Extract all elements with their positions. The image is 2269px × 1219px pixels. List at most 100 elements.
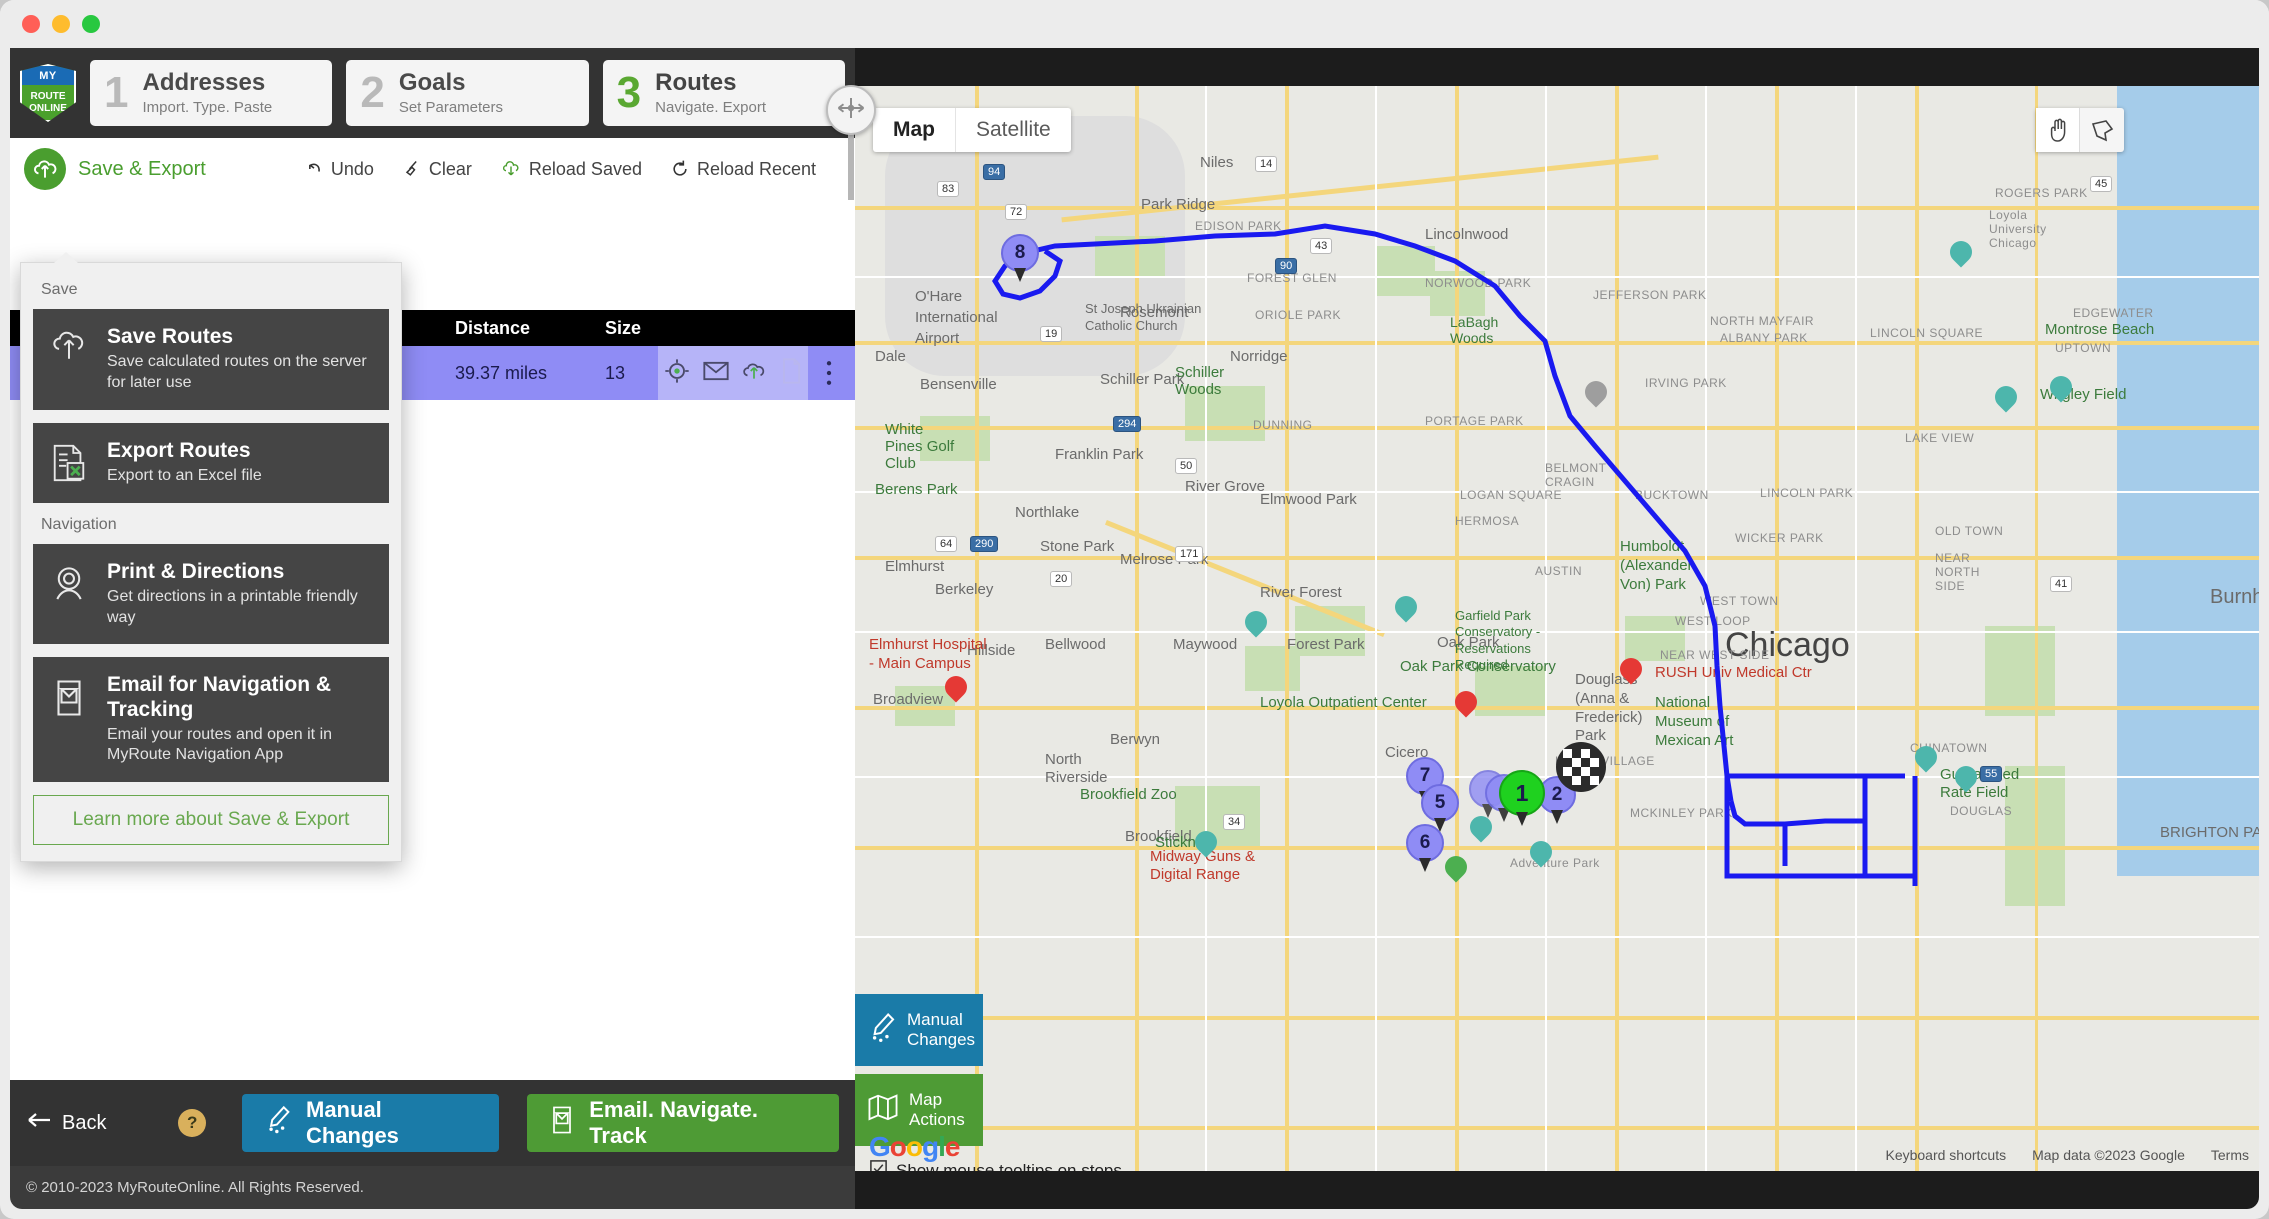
route-finish-marker[interactable] — [1555, 741, 1607, 798]
reload-recent-button[interactable]: Reload Recent — [670, 159, 816, 180]
dropdown-section-label-save: Save — [41, 281, 78, 298]
route-stop-marker-8[interactable]: 8 — [1001, 234, 1039, 272]
highway — [1285, 86, 1289, 1171]
help-button[interactable]: ? — [178, 1109, 206, 1137]
panel-handle-stem — [848, 130, 854, 200]
map-label: Brookfield Zoo — [1080, 786, 1177, 803]
highway-shield: 34 — [1223, 814, 1246, 830]
menu-item-save-routes[interactable]: Save Routes Save calculated routes on th… — [33, 309, 389, 410]
menu-item-print-directions[interactable]: Print & Directions Get directions in a p… — [33, 543, 389, 645]
step-title: Goals — [398, 68, 466, 96]
map-label: HERMOSA — [1455, 514, 1520, 528]
map-canvas[interactable]: Niles Park Ridge Lincolnwood Loyola Univ… — [855, 86, 2259, 1171]
map-area[interactable]: Niles Park Ridge Lincolnwood Loyola Univ… — [855, 48, 2259, 1209]
terms-link[interactable]: Terms — [2211, 1147, 2249, 1163]
map-top-bar — [855, 48, 2259, 86]
maximize-window-button[interactable] — [82, 15, 100, 33]
reload-saved-button[interactable]: Reload Saved — [500, 159, 642, 180]
route-stop-marker-6[interactable]: 6 — [1406, 824, 1444, 862]
envelope-icon[interactable] — [702, 359, 730, 388]
map-label: Schiller Woods — [1175, 364, 1225, 398]
column-header-size: Size — [605, 317, 642, 338]
highway-shield: 290 — [970, 536, 999, 552]
map-label: PORTAGE PARK — [1425, 414, 1524, 428]
street — [1205, 86, 1207, 1171]
route-stop-marker-5[interactable]: 5 — [1421, 784, 1459, 822]
map-label: BUCKTOWN — [1635, 488, 1709, 502]
map-label: River Grove — [1185, 478, 1266, 495]
keyboard-shortcuts-link[interactable]: Keyboard shortcuts — [1885, 1147, 2006, 1163]
excel-file-icon — [47, 439, 91, 483]
street — [1545, 86, 1547, 1171]
close-window-button[interactable] — [22, 15, 40, 33]
route-start-marker-1[interactable]: 1 — [1499, 770, 1545, 816]
step-number: 2 — [360, 68, 385, 117]
step-title: Addresses — [142, 68, 266, 96]
arrow-left-icon — [26, 1110, 52, 1136]
menu-item-title: Export Routes — [107, 438, 251, 462]
menu-item-email-navigation-tracking[interactable]: Email for Navigation & Tracking Email yo… — [33, 657, 389, 783]
map-label: Berwyn — [1110, 731, 1161, 748]
map-label: WICKER PARK — [1735, 531, 1824, 545]
highway — [855, 341, 2259, 345]
minimize-window-button[interactable] — [52, 15, 70, 33]
map-manual-changes-label-2: Changes — [907, 1030, 976, 1049]
reload-saved-label: Reload Saved — [528, 158, 642, 179]
highway-shield: 19 — [1040, 326, 1063, 342]
highway-shield: 50 — [1175, 458, 1198, 474]
map-label: LAKE VIEW — [1905, 431, 1975, 445]
map-type-map-button[interactable]: Map — [873, 108, 956, 152]
refresh-icon — [670, 159, 690, 179]
panel-collapse-handle[interactable] — [826, 85, 876, 135]
map-actions-label-2: Actions — [909, 1110, 965, 1129]
save-export-button[interactable]: Save & Export — [10, 148, 206, 190]
map-label: Franklin Park — [1055, 446, 1144, 463]
highway-shield: 20 — [1050, 571, 1073, 587]
target-icon[interactable] — [663, 357, 691, 390]
clear-button[interactable]: Clear — [402, 159, 472, 180]
map-label: Elmwood Park — [1260, 491, 1357, 508]
cloud-upload-icon[interactable] — [740, 358, 768, 389]
hand-pan-icon[interactable] — [2036, 108, 2080, 152]
highway-shield: 41 — [2050, 576, 2073, 592]
more-options-icon[interactable] — [825, 360, 833, 391]
pencil-dots-icon — [867, 1012, 897, 1049]
map-manual-changes-button[interactable]: Manual Changes — [855, 994, 983, 1066]
map-label: Humboldt (Alexander Von) Park — [1620, 538, 1693, 593]
logo-line-1: MY — [22, 66, 74, 86]
step-title: Routes — [655, 68, 737, 96]
manual-changes-button[interactable]: Manual Changes — [242, 1094, 500, 1152]
map-label: Adventure Park — [1510, 856, 1600, 870]
map-label: NEAR WEST SIDE — [1660, 648, 1770, 662]
undo-button[interactable]: Undo — [304, 159, 374, 180]
highway-shield: 94 — [983, 164, 1006, 180]
map-type-satellite-button[interactable]: Satellite — [956, 108, 1071, 152]
document-icon[interactable] — [779, 357, 803, 390]
map-draw-control — [2036, 108, 2124, 152]
step-subtitle: Import. Type. Paste — [142, 99, 273, 117]
step-number: 1 — [104, 68, 129, 117]
learn-more-link[interactable]: Learn more about Save & Export — [33, 795, 389, 846]
email-navigate-track-button[interactable]: Email. Navigate. Track — [527, 1094, 839, 1152]
logo-line-3: ONLINE — [29, 102, 67, 114]
menu-item-export-routes[interactable]: Export Routes Export to an Excel file — [33, 422, 389, 503]
highway-shield: 72 — [1005, 204, 1028, 220]
highway — [855, 1126, 2259, 1130]
highway-shield: 90 — [1275, 258, 1298, 274]
map-label: Maywood — [1173, 636, 1238, 653]
map-label: Park Ridge — [1141, 196, 1216, 213]
bottom-action-bar: Back ? Manual Changes Email. Navigate. T… — [10, 1080, 855, 1166]
step-addresses[interactable]: 1 Addresses Import. Type. Paste — [90, 60, 333, 126]
lasso-select-icon[interactable] — [2080, 108, 2124, 152]
back-button[interactable]: Back — [26, 1110, 106, 1136]
menu-item-subtitle: Export to an Excel file — [107, 466, 262, 484]
step-routes[interactable]: 3 Routes Navigate. Export — [602, 60, 845, 126]
map-label: Norridge — [1230, 348, 1288, 365]
map-label: BRIGHTON PARK — [2160, 824, 2259, 841]
map-label: White Pines Golf Club — [885, 421, 955, 472]
step-goals[interactable]: 2 Goals Set Parameters — [346, 60, 589, 126]
myrouteonline-logo[interactable]: MY ROUTE ONLINE — [20, 64, 76, 122]
map-label: Lincolnwood — [1425, 226, 1509, 243]
map-label-compass-n: Burnham — [2210, 586, 2259, 608]
pencil-dots-icon — [264, 1105, 292, 1141]
